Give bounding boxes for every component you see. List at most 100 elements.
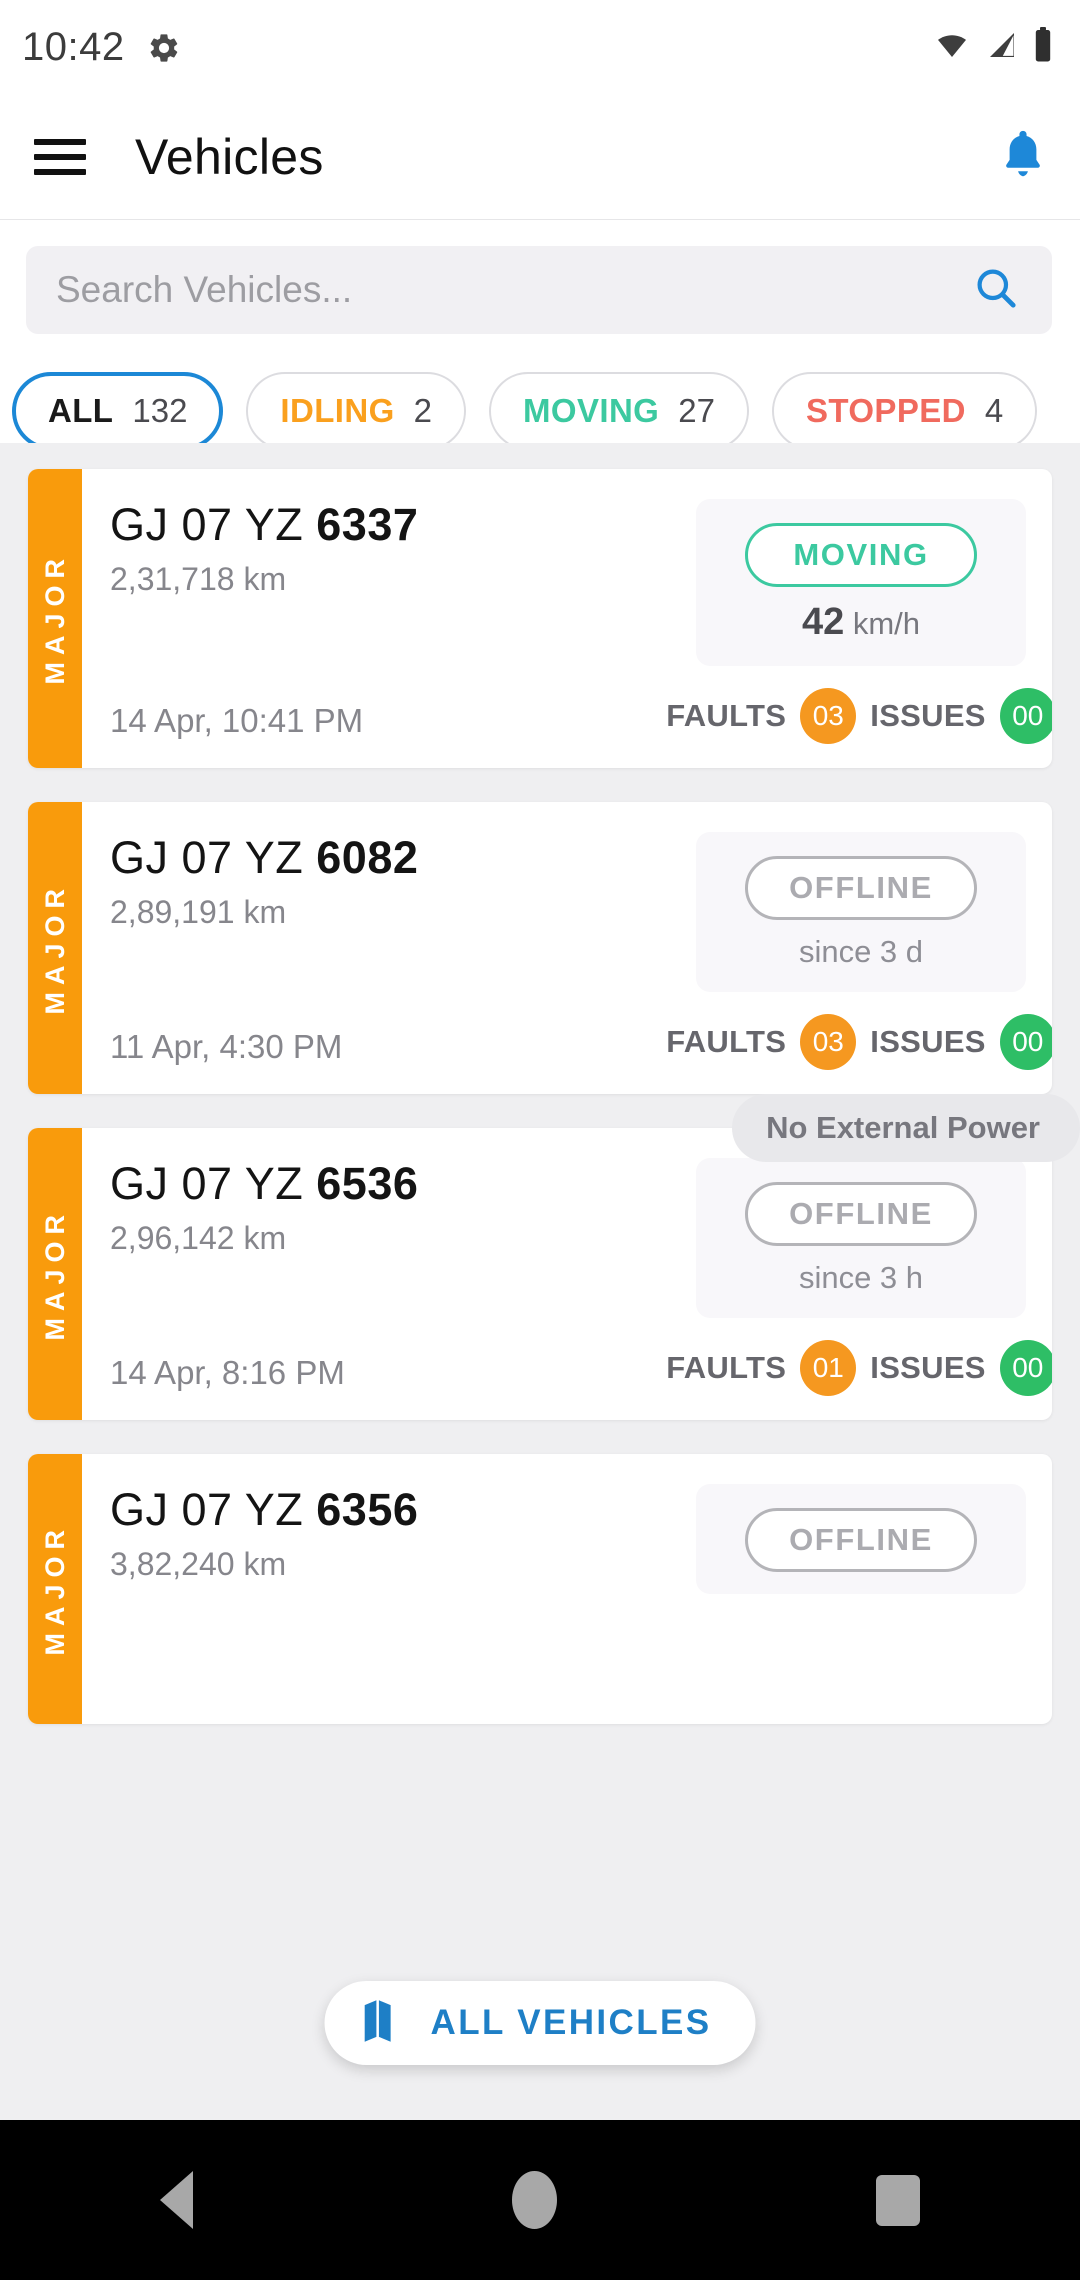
speed-value: 42 [801, 601, 845, 643]
vehicle-counts: FAULTS 03 ISSUES 00 [666, 666, 1052, 744]
android-navigation-bar [0, 2120, 1080, 2280]
vehicle-card[interactable]: MAJOR GJ 07 YZ 6356 3,82,240 km OFFLINE [28, 1454, 1052, 1724]
issues-badge: 00 [999, 1014, 1052, 1070]
severity-label: MAJOR [39, 552, 70, 685]
status-bar: 10:42 [0, 0, 1080, 95]
plate-number: 6082 [316, 832, 419, 883]
faults-label: FAULTS [666, 1024, 787, 1059]
status-badge: OFFLINE [745, 1508, 977, 1572]
issues-label: ISSUES [870, 1350, 986, 1385]
plate-prefix: GJ 07 YZ [110, 1484, 317, 1535]
filter-chip-count: 2 [413, 392, 433, 429]
severity-label: MAJOR [39, 881, 70, 1015]
faults-label: FAULTS [666, 1350, 787, 1385]
wifi-icon [932, 29, 972, 66]
battery-icon [1032, 27, 1054, 68]
all-vehicles-button[interactable]: ALL VEHICLES [324, 1981, 756, 2065]
vehicle-odometer: 2,31,718 km [110, 561, 287, 597]
map-icon [363, 1998, 405, 2049]
severity-strip: MAJOR [28, 1454, 82, 1724]
plate-number: 6337 [316, 499, 419, 550]
filter-chip-count: 4 [984, 392, 1004, 429]
back-triangle-icon[interactable] [159, 2171, 193, 2229]
severity-strip: MAJOR [28, 469, 82, 768]
plate-prefix: GJ 07 YZ [110, 499, 317, 550]
vehicle-plate: GJ 07 YZ 6356 [110, 1484, 696, 1536]
status-badge: MOVING [745, 523, 977, 587]
search-section [0, 220, 1080, 360]
filter-chip-all[interactable]: ALL 132 [12, 372, 224, 450]
vehicle-status-box: MOVING 42 km/h [696, 499, 1026, 666]
issues-badge: 00 [999, 1340, 1052, 1396]
plate-number: 6356 [316, 1484, 419, 1535]
vehicle-card-wrapper: No External Power MAJOR GJ 07 YZ 6536 2,… [28, 1094, 1080, 1420]
status-badge: OFFLINE [745, 1182, 977, 1246]
filter-chip-moving[interactable]: MOVING 27 [489, 372, 749, 450]
page-title: Vehicles [135, 129, 324, 185]
vehicle-card[interactable]: MAJOR GJ 07 YZ 6082 2,89,191 km 11 Apr, … [28, 802, 1052, 1094]
status-badge: OFFLINE [745, 856, 977, 920]
severity-strip: MAJOR [28, 1128, 82, 1420]
faults-badge: 01 [800, 1340, 857, 1396]
filter-chip-label: IDLING [280, 392, 395, 429]
vehicle-speed: 42 km/h [802, 601, 920, 644]
vehicle-counts: FAULTS 01 ISSUES 00 [666, 1318, 1052, 1396]
filter-chip-count: 132 [132, 392, 188, 429]
signal-icon [984, 29, 1020, 66]
vehicle-plate: GJ 07 YZ 6337 [110, 499, 696, 551]
filter-chip-stopped[interactable]: STOPPED 4 [771, 372, 1038, 450]
vehicle-status-box: OFFLINE since 3 d [696, 832, 1026, 992]
app-bar: Vehicles [0, 95, 1080, 220]
vehicle-timestamp [110, 1696, 696, 1700]
vehicle-card-wrapper: MAJOR GJ 07 YZ 6356 3,82,240 km OFFLINE [28, 1454, 1052, 1724]
filter-chip-label: ALL [48, 392, 114, 429]
all-vehicles-label: ALL VEHICLES [430, 2003, 712, 2042]
issues-label: ISSUES [870, 1024, 986, 1059]
plate-prefix: GJ 07 YZ [110, 1158, 317, 1209]
speed-unit: km/h [852, 606, 921, 641]
home-circle-icon[interactable] [511, 2171, 557, 2229]
severity-strip: MAJOR [28, 802, 82, 1094]
search-bar[interactable] [26, 246, 1052, 334]
filter-chip-idling[interactable]: IDLING 2 [246, 372, 467, 450]
vehicle-timestamp: 11 Apr, 4:30 PM [110, 1028, 343, 1065]
severity-label: MAJOR [39, 1522, 70, 1656]
vehicle-timestamp: 14 Apr, 10:41 PM [110, 702, 364, 739]
vehicle-plate: GJ 07 YZ 6536 [110, 1158, 696, 1210]
vehicle-list[interactable]: MAJOR GJ 07 YZ 6337 2,31,718 km 14 Apr, … [0, 443, 1080, 2120]
plate-prefix: GJ 07 YZ [110, 832, 317, 883]
status-bar-indicators [932, 27, 1054, 68]
bell-icon[interactable] [996, 126, 1050, 189]
vehicle-status-box: OFFLINE [696, 1484, 1026, 1594]
search-icon[interactable] [972, 264, 1020, 317]
filter-chip-label: STOPPED [805, 392, 966, 429]
faults-badge: 03 [800, 1014, 857, 1070]
status-bar-clock: 10:42 [22, 25, 125, 69]
hamburger-menu-icon[interactable] [34, 139, 86, 175]
vehicle-counts: FAULTS 03 ISSUES 00 [666, 992, 1052, 1070]
filter-chip-count: 27 [678, 392, 715, 429]
vehicle-odometer: 2,96,142 km [110, 1220, 287, 1256]
vehicle-status-box: OFFLINE since 3 h [696, 1158, 1026, 1318]
status-tag: No External Power [732, 1094, 1080, 1162]
vehicle-card[interactable]: MAJOR GJ 07 YZ 6536 2,96,142 km 14 Apr, … [28, 1128, 1052, 1420]
vehicle-card[interactable]: MAJOR GJ 07 YZ 6337 2,31,718 km 14 Apr, … [28, 469, 1052, 768]
recents-square-icon[interactable] [876, 2174, 921, 2226]
vehicle-card-wrapper: MAJOR GJ 07 YZ 6337 2,31,718 km 14 Apr, … [28, 469, 1052, 768]
issues-badge: 00 [999, 688, 1052, 744]
filter-chip-label: MOVING [523, 392, 660, 429]
gear-icon [147, 31, 181, 65]
severity-label: MAJOR [39, 1207, 70, 1341]
vehicle-plate: GJ 07 YZ 6082 [110, 832, 696, 884]
vehicle-odometer: 3,82,240 km [110, 1546, 287, 1582]
search-input[interactable] [56, 269, 972, 311]
vehicle-odometer: 2,89,191 km [110, 894, 287, 930]
vehicle-timestamp: 14 Apr, 8:16 PM [110, 1354, 345, 1391]
faults-label: FAULTS [666, 698, 787, 733]
plate-number: 6536 [316, 1158, 419, 1209]
offline-since: since 3 h [798, 1260, 924, 1295]
vehicle-card-wrapper: MAJOR GJ 07 YZ 6082 2,89,191 km 11 Apr, … [28, 802, 1052, 1094]
offline-since: since 3 d [798, 934, 924, 969]
faults-badge: 03 [800, 688, 857, 744]
issues-label: ISSUES [870, 698, 986, 733]
